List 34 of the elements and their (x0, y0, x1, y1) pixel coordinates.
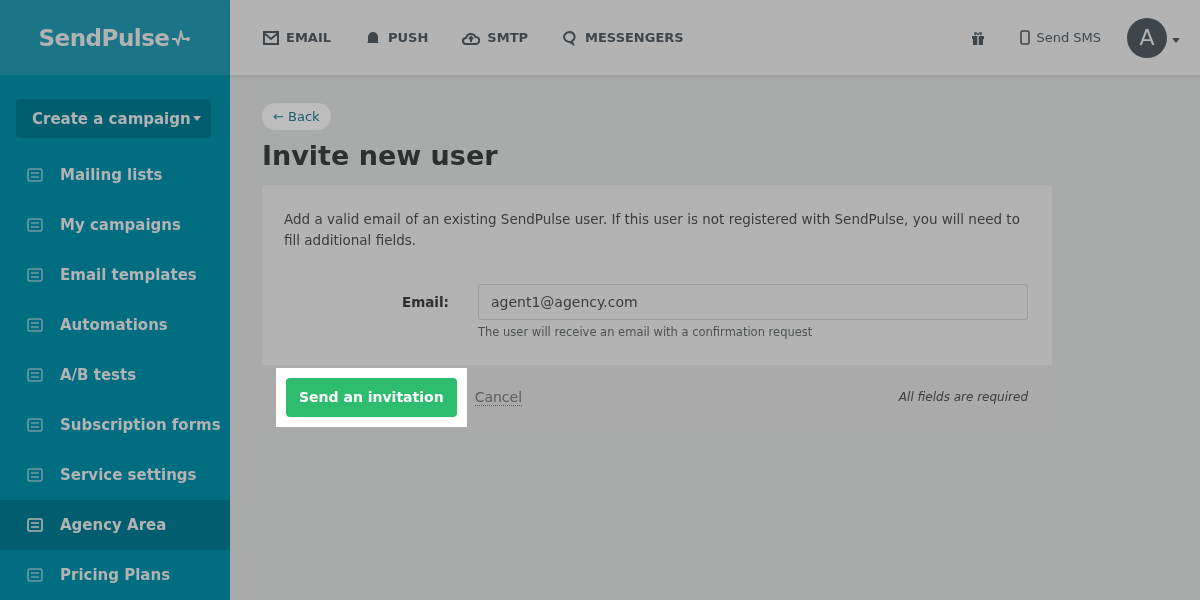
pulse-logo-icon (171, 29, 192, 46)
required-note: All fields are required (898, 390, 1028, 404)
nav-link[interactable]: EMAIL (263, 30, 331, 45)
caret-icon (193, 116, 201, 121)
sidebar-item[interactable]: Subscription forms (0, 400, 230, 450)
bell-icon (365, 29, 381, 46)
nav-link[interactable]: PUSH (365, 29, 429, 46)
nav-link[interactable]: MESSENGERS (562, 29, 684, 46)
sidebar-item[interactable]: Automations (0, 300, 230, 350)
page-title: Invite new user (262, 140, 499, 171)
sidebar-item[interactable]: My campaigns (0, 200, 230, 250)
avatar[interactable]: A (1127, 17, 1167, 58)
gift-icon[interactable] (970, 29, 987, 46)
sidebar-item[interactable]: Agency Area (0, 500, 230, 550)
sidebar-item[interactable]: A/B tests (0, 350, 230, 400)
cloud-upload-icon (462, 30, 481, 45)
back-button[interactable]: ← Back (262, 103, 331, 130)
sidebar-item[interactable]: Email templates (0, 250, 230, 300)
cancel-link[interactable]: Cancel (474, 388, 523, 406)
send-invitation-button[interactable]: Send an invitation (286, 377, 457, 417)
intro-text: Add a valid email of an existing SendPulse user. If this user is not registered with SendPulse, you will need to fill additional fields. (283, 210, 1021, 250)
envelope-icon (263, 30, 279, 45)
email-input[interactable]: agent1@agency.com (478, 284, 1028, 320)
sidebar-item[interactable]: Pricing Plans (0, 550, 230, 600)
nav-link[interactable]: SMTP (462, 30, 529, 45)
phone-icon (1020, 30, 1031, 45)
sidebar-item[interactable]: Service settings (0, 450, 230, 500)
sidebar-item[interactable]: Mailing lists (0, 150, 230, 200)
create-campaign-button[interactable]: Create a campaign (16, 99, 211, 138)
email-hint: The user will receive an email with a confirmation request (478, 325, 814, 339)
email-label: Email: (400, 293, 450, 312)
send-sms-link[interactable]: Send SMS (1020, 30, 1101, 45)
caret-icon[interactable] (1172, 38, 1180, 43)
speech-bubble-icon (562, 29, 579, 46)
